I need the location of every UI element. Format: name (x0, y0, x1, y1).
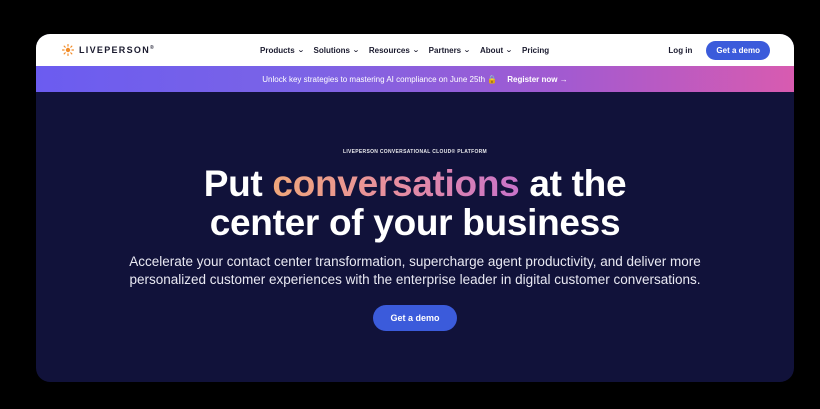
menu-label: About (480, 45, 504, 55)
chevron-down-icon: ⌄ (411, 46, 420, 54)
menu-label: Solutions (313, 45, 350, 55)
login-link[interactable]: Log in (668, 46, 692, 55)
chevron-down-icon: ⌄ (505, 46, 513, 54)
logo-wordmark: LIVEPERSON® (79, 45, 155, 55)
menu-products[interactable]: Products ⌄ (260, 46, 304, 55)
menu-label: Partners (428, 45, 462, 55)
promo-banner: Unlock key strategies to mastering AI co… (36, 66, 794, 92)
menu-resources[interactable]: Resources ⌄ (368, 45, 420, 55)
menu-about[interactable]: About ⌄ (480, 45, 513, 55)
hero-eyebrow: LIVEPERSON CONVERSATIONAL CLOUD® PLATFOR… (342, 149, 488, 155)
hero-subtext: Accelerate your contact center transform… (129, 254, 701, 287)
nav-demo-button[interactable]: Get a demo (706, 40, 770, 60)
hero-headline: Put conversations at the center of your … (36, 164, 794, 242)
browser-window: LIVEPERSON® Products ⌄ Solutions ⌄ Resou… (36, 34, 794, 382)
menu-pricing[interactable]: Pricing (522, 46, 549, 55)
main-menu: Products ⌄ Solutions ⌄ Resources ⌄ Partn… (260, 34, 549, 66)
banner-text: Unlock key strategies to mastering AI co… (262, 74, 498, 84)
hero-section: LIVEPERSON CONVERSATIONAL CLOUD® PLATFOR… (36, 92, 794, 331)
headline-line2: center of your business (209, 202, 621, 243)
headline-part: at the (519, 163, 627, 204)
menu-label: Pricing (522, 45, 550, 55)
menu-partners[interactable]: Partners ⌄ (428, 45, 471, 55)
chevron-down-icon: ⌄ (463, 46, 471, 54)
register-now-link[interactable]: Register now → (507, 75, 567, 84)
nav-actions: Log in Get a demo (668, 34, 770, 66)
liveperson-sun-icon (62, 44, 74, 56)
menu-label: Resources (368, 45, 410, 55)
headline-highlight: conversations (272, 163, 520, 204)
chevron-down-icon: ⌄ (352, 46, 360, 54)
top-nav: LIVEPERSON® Products ⌄ Solutions ⌄ Resou… (36, 34, 794, 66)
menu-label: Products (260, 45, 295, 55)
headline-part: Put (203, 163, 273, 204)
hero-demo-button[interactable]: Get a demo (373, 305, 457, 331)
logo[interactable]: LIVEPERSON® (62, 44, 155, 56)
chevron-down-icon: ⌄ (296, 46, 305, 54)
menu-solutions[interactable]: Solutions ⌄ (313, 45, 360, 55)
